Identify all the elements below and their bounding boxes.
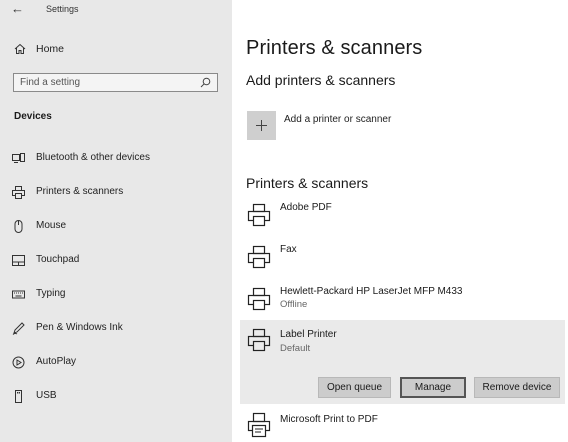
pen-icon <box>12 322 25 335</box>
printer-name: Microsoft Print to PDF <box>280 414 378 425</box>
back-arrow-icon[interactable]: ← <box>11 1 24 16</box>
printer-icon <box>247 245 271 269</box>
search-box[interactable] <box>13 73 218 92</box>
usb-icon <box>15 390 22 403</box>
printer-item-adobe-pdf[interactable]: Adobe PDF <box>240 196 565 234</box>
printer-icon <box>12 186 25 199</box>
add-section-heading: Add printers & scanners <box>246 72 396 88</box>
printer-item-microsoft-print-to-pdf[interactable]: Microsoft Print to PDF <box>240 406 565 442</box>
touchpad-icon <box>12 255 25 266</box>
printer-status: Default <box>280 343 311 354</box>
printers-list-heading: Printers & scanners <box>246 175 369 191</box>
keyboard-icon <box>12 290 25 299</box>
printer-name: Fax <box>280 244 297 255</box>
printer-icon <box>247 287 271 311</box>
sidebar-item-label: Pen & Windows Ink <box>36 322 123 333</box>
window-title: Settings <box>46 4 79 14</box>
printer-status: Offline <box>280 299 308 310</box>
mouse-icon <box>14 220 23 233</box>
main-content: Printers & scanners Add printers & scann… <box>232 0 568 442</box>
manage-button[interactable]: Manage <box>400 377 466 398</box>
plus-icon <box>256 120 267 131</box>
sidebar-item-usb[interactable]: USB <box>0 381 232 411</box>
sidebar-item-touchpad[interactable]: Touchpad <box>0 245 232 275</box>
sidebar-item-printers[interactable]: Printers & scanners <box>0 177 232 207</box>
sidebar-item-autoplay[interactable]: AutoPlay <box>0 347 232 377</box>
printer-name: Hewlett-Packard HP LaserJet MFP M433 <box>280 286 463 297</box>
search-icon[interactable] <box>200 77 211 88</box>
home-label: Home <box>36 43 65 55</box>
sidebar-item-label: Bluetooth & other devices <box>36 152 150 163</box>
sidebar-item-bluetooth[interactable]: Bluetooth & other devices <box>0 143 232 173</box>
page-title: Printers & scanners <box>246 37 423 59</box>
sidebar-item-mouse[interactable]: Mouse <box>0 211 232 241</box>
bluetooth-devices-icon <box>12 153 25 163</box>
sidebar-item-label: Typing <box>36 288 66 299</box>
pdf-printer-icon <box>247 412 271 438</box>
sidebar-item-label: Touchpad <box>36 254 80 265</box>
sidebar: ← Settings Home Devices Bluetooth & othe… <box>0 0 232 442</box>
open-queue-button[interactable]: Open queue <box>318 377 391 398</box>
printer-item-label-printer[interactable]: Label Printer Default Open queue Manage … <box>240 320 565 404</box>
sidebar-item-typing[interactable]: Typing <box>0 279 232 309</box>
sidebar-item-label: USB <box>36 390 57 401</box>
search-input[interactable] <box>20 75 190 90</box>
home-nav-item[interactable]: Home <box>14 40 64 58</box>
add-printer-label[interactable]: Add a printer or scanner <box>284 114 391 125</box>
printer-item-fax[interactable]: Fax <box>240 238 565 276</box>
home-icon <box>14 43 26 54</box>
printer-icon <box>247 328 271 352</box>
title-bar: ← Settings <box>0 0 232 22</box>
autoplay-icon <box>12 356 25 369</box>
remove-device-button[interactable]: Remove device <box>474 377 560 398</box>
sidebar-item-label: AutoPlay <box>36 356 77 367</box>
printer-item-hp-laserjet[interactable]: Hewlett-Packard HP LaserJet MFP M433 Off… <box>240 280 565 320</box>
printer-name: Label Printer <box>280 329 337 340</box>
printer-name: Adobe PDF <box>280 202 332 213</box>
sidebar-item-pen[interactable]: Pen & Windows Ink <box>0 313 232 343</box>
printer-icon <box>247 203 271 227</box>
add-printer-button[interactable] <box>247 111 276 140</box>
sidebar-item-label: Printers & scanners <box>36 186 124 197</box>
sidebar-item-label: Mouse <box>36 220 67 231</box>
section-heading-devices: Devices <box>14 111 52 122</box>
